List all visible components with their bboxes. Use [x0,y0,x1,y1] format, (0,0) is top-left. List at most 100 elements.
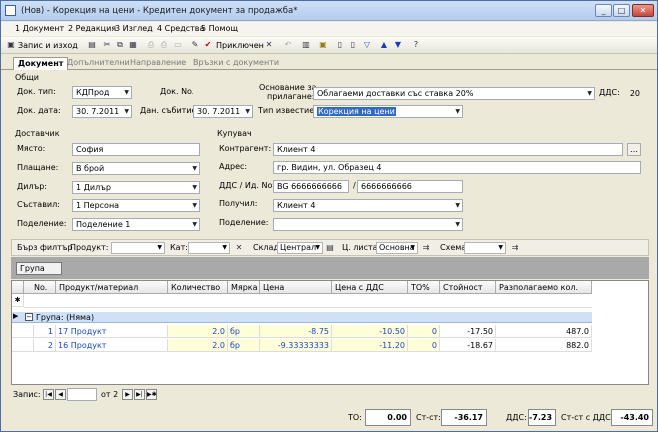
paste-icon[interactable]: ▦ [128,40,138,50]
doc-date-picker[interactable]: 30. 7.2011 [72,105,132,118]
last-record-button[interactable]: ▶| [134,389,145,400]
post-button[interactable]: Приключен [216,39,264,52]
menu-tools[interactable]: 4 Средства [157,24,204,33]
col-price[interactable]: Цена [260,281,332,294]
buyer-section-title: Купувач [217,129,252,138]
vat-number-input[interactable]: BG 6666666666 [273,180,349,193]
filter-icon[interactable]: ▽ [362,40,372,50]
items-grid: No. Продукт/материал Количество Мярка Це… [11,280,649,385]
row-price[interactable]: -9.33333333 [260,339,332,352]
close-button[interactable]: ✕ [632,4,654,17]
col-value[interactable]: Стойност [440,281,496,294]
row-to-percent[interactable]: 0 [408,325,440,338]
col-price-vat[interactable]: Цена с ДДС [332,281,408,294]
group-row[interactable]: ▶ − Група: (Няма) [12,312,592,323]
col-unit[interactable]: Мярка [228,281,260,294]
notice-type-select[interactable]: Корекция на цени [313,105,463,118]
save-close-button[interactable]: Запис и изход [18,39,78,52]
receiver-select[interactable]: Клиент 4 [273,199,463,212]
copy-icon[interactable]: ⧉ [115,40,125,50]
row-indent [12,325,34,338]
help-icon[interactable]: ? [411,40,421,50]
tab-document[interactable]: Документ [13,57,69,70]
minimize-button[interactable]: _ [595,4,612,17]
scheme-settings-icon[interactable]: ⇉ [510,243,520,253]
attach-icon[interactable]: ▥ [301,40,311,50]
col-quantity[interactable]: Количество [168,281,228,294]
col-product[interactable]: Продукт/материал [56,281,168,294]
menu-edit[interactable]: 2 Редакция [68,24,116,33]
row-product[interactable]: 17 Продукт [56,325,168,338]
doc-type-select[interactable]: КДПрод [72,86,132,99]
maximize-button[interactable]: □ [613,4,630,17]
partner-label: Контрагент: [219,144,272,153]
warehouse-select[interactable]: Централ [277,242,323,254]
product-filter-select[interactable] [111,242,165,254]
arrow-down-icon[interactable]: ▼ [393,40,403,50]
tab-additional[interactable]: Допълнителни [63,57,134,70]
cut-icon[interactable]: ✂ [102,40,112,50]
menu-document[interactable]: 1 Документ [15,24,64,33]
address-input[interactable]: гр. Видин, ул. Образец 4 [273,161,641,174]
record-number-input[interactable] [67,388,97,401]
col-to-percent[interactable]: ТО% [408,281,440,294]
folder-icon[interactable]: ▣ [318,40,328,50]
payment-select[interactable]: В брой [72,162,200,175]
row-quantity[interactable]: 2.0 [168,325,228,338]
save-disk-icon[interactable]: ▤ [87,40,97,50]
row-price-vat[interactable]: -10.50 [332,325,408,338]
new-record-button[interactable]: ▶✱ [146,389,157,400]
tab-direction[interactable]: Направление [126,57,190,70]
new-row-marker: ✱ [12,294,24,307]
new-page-icon[interactable]: ▯ [335,40,345,50]
supplier-division-select[interactable]: Поделение 1 [72,218,200,231]
row-unit[interactable]: бр [228,325,260,338]
row-to-percent[interactable]: 0 [408,339,440,352]
tab-document-links[interactable]: Връзки с документи [189,57,283,70]
partner-input[interactable]: Клиент 4 [273,143,623,156]
col-available-qty[interactable]: Разполагаемо кол. [496,281,592,294]
author-select[interactable]: 1 Персона [72,199,200,212]
edit-icon[interactable]: ✎ [190,40,200,50]
clear-filter-icon[interactable]: ✕ [234,243,244,253]
basis-select[interactable]: Облагаеми доставки със ставка 20% [313,87,595,100]
dealer-select[interactable]: 1 Дилър [72,181,200,194]
undo-icon[interactable]: ↶ [283,40,293,50]
category-filter-select[interactable] [188,242,230,254]
row-product[interactable]: 16 Продукт [56,339,168,352]
arrow-up-icon[interactable]: ▲ [379,40,389,50]
menu-view[interactable]: 3 Изглед [115,24,153,33]
row-indicator-header [12,281,24,294]
delete-icon[interactable]: ✕ [264,40,274,50]
group-chip[interactable]: Група [16,262,62,275]
col-no[interactable]: No. [24,281,56,294]
row-price-vat[interactable]: -11.20 [332,339,408,352]
group-by-area: Група [11,257,649,279]
partner-browse-button[interactable]: … [627,143,641,156]
print-icon[interactable]: ⎙ [146,40,156,50]
price-list-settings-icon[interactable]: ⇉ [421,243,431,253]
price-list-select[interactable]: Основна [376,242,418,254]
new-row[interactable] [24,294,592,308]
print-preview-icon[interactable]: ⎙ [159,40,169,50]
row-price[interactable]: -8.75 [260,325,332,338]
first-record-button[interactable]: |◀ [43,389,54,400]
buyer-division-select[interactable] [273,218,463,231]
buyer-division-label: Поделение: [219,218,269,227]
collapse-icon[interactable]: − [25,313,33,321]
id-number-input[interactable]: 6666666666 [357,180,463,193]
scheme-select[interactable] [464,242,506,254]
next-record-button[interactable]: ▶ [122,389,133,400]
notice-type-label: Тип известие: [258,106,317,115]
prev-record-button[interactable]: ◀ [55,389,66,400]
row-unit[interactable]: бр [228,339,260,352]
place-input[interactable]: София [72,143,200,156]
event-date-picker[interactable]: 30. 7.2011 [193,105,253,118]
copy-document-icon[interactable]: ▯ [348,40,358,50]
warehouse-settings-icon[interactable]: ▤ [325,243,335,253]
record-label: Запис: [13,390,41,399]
warehouse-label: Склад [253,243,279,252]
menu-help[interactable]: 5 Помощ [201,24,238,33]
row-quantity[interactable]: 2.0 [168,339,228,352]
export-icon[interactable]: ▭ [173,40,183,50]
